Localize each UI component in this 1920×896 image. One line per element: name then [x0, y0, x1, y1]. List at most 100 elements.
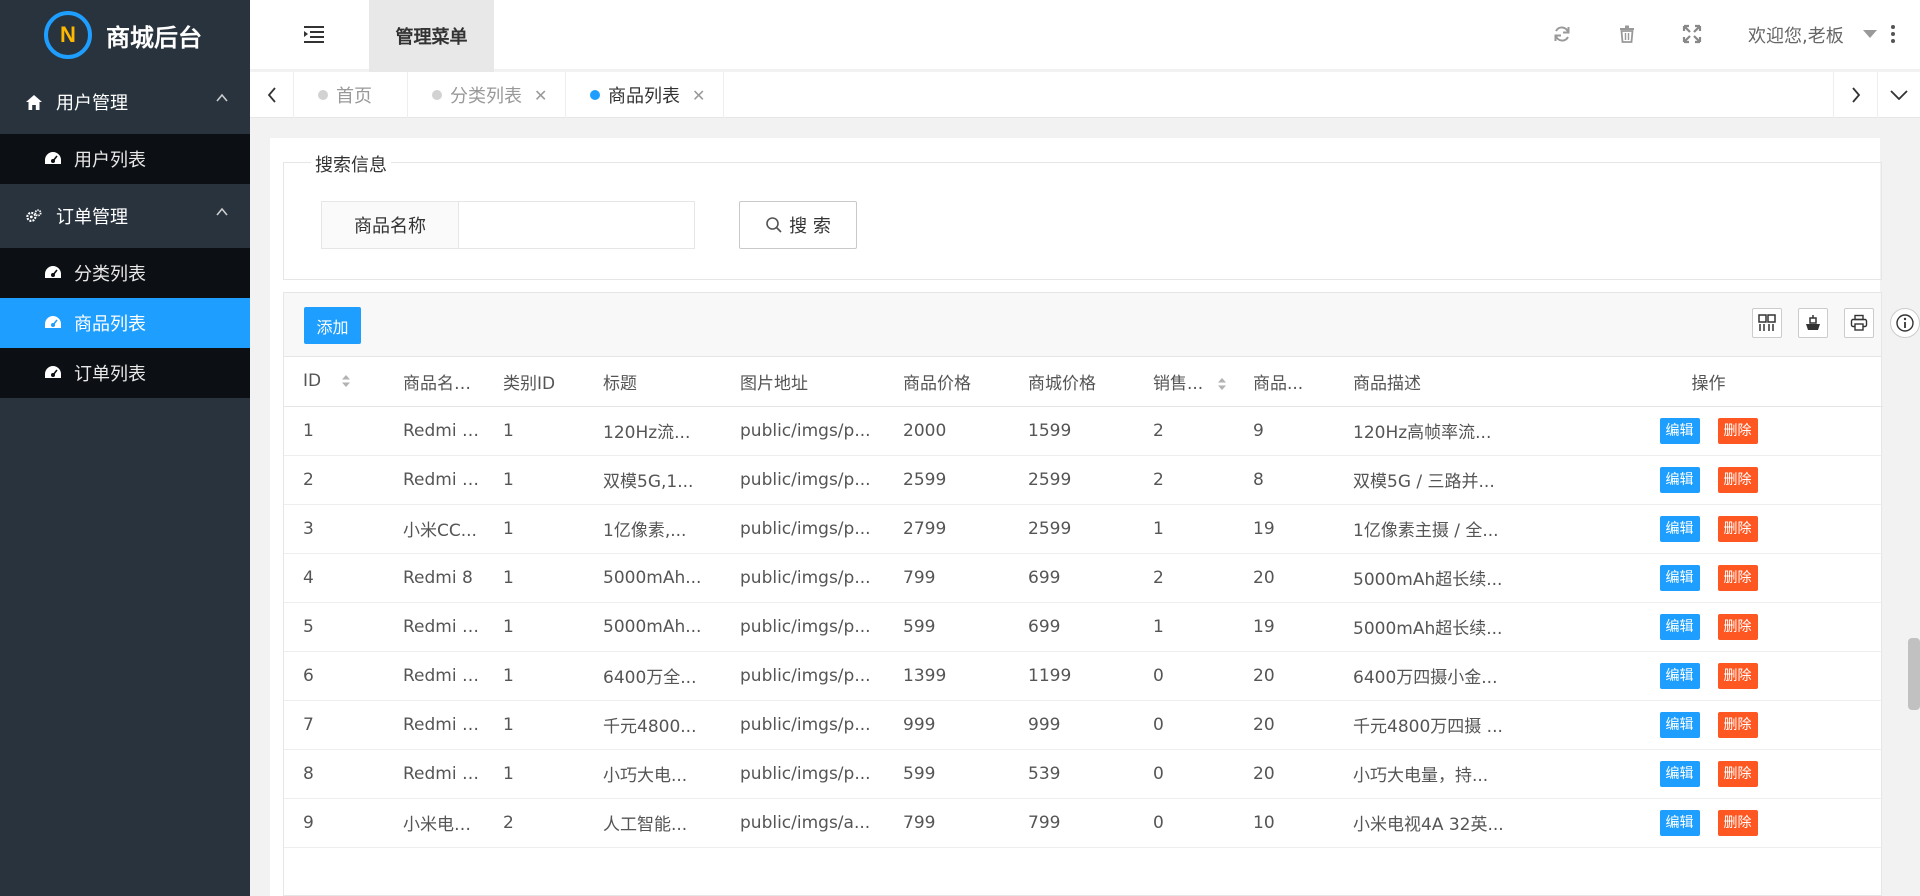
- delete-button[interactable]: 删除: [1717, 417, 1758, 444]
- fullscreen-icon[interactable]: [1682, 24, 1702, 44]
- tab-label: 首页: [336, 86, 372, 107]
- sidebar-item-label: 用户列表: [74, 150, 146, 171]
- more-vertical-icon[interactable]: [1890, 24, 1896, 44]
- edit-button[interactable]: 编辑: [1659, 466, 1700, 493]
- product-name-input[interactable]: [459, 201, 695, 249]
- edit-button[interactable]: 编辑: [1659, 760, 1700, 787]
- sidebar-group-label: 订单管理: [56, 207, 128, 228]
- close-icon[interactable]: ✕: [692, 86, 705, 105]
- table-cell: 9: [284, 798, 384, 848]
- edit-button[interactable]: 编辑: [1659, 515, 1700, 542]
- row-actions: 编辑 删除: [1534, 651, 1883, 701]
- column-header-actions: 操作: [1534, 357, 1883, 407]
- table-cell: 1: [484, 602, 584, 652]
- delete-button[interactable]: 删除: [1717, 809, 1758, 836]
- home-icon: [26, 94, 42, 110]
- sort-icon[interactable]: [1217, 377, 1227, 391]
- export-button[interactable]: [1798, 308, 1828, 338]
- chevron-up-icon: [216, 207, 228, 216]
- row-actions: 编辑 删除: [1534, 798, 1883, 848]
- delete-button[interactable]: 删除: [1717, 515, 1758, 542]
- tab-product-list[interactable]: 商品列表 ✕: [566, 72, 724, 118]
- sort-icon[interactable]: [341, 374, 351, 388]
- table-cell: 0: [1134, 749, 1234, 799]
- tab-dot: [432, 90, 442, 100]
- admin-menu-tab[interactable]: 管理菜单: [369, 0, 494, 72]
- table-cell: 小米CC...: [384, 504, 484, 554]
- table-row[interactable]: 8 Redmi 7A 1 小巧大电... public/imgs/p... 599 539 0…: [284, 749, 1883, 799]
- table-row[interactable]: 4 Redmi 8 1 5000mAh... public/imgs/p... 799 69…: [284, 553, 1883, 603]
- sidebar-item-user-list[interactable]: 用户列表: [0, 134, 250, 184]
- delete-button[interactable]: 删除: [1717, 662, 1758, 689]
- sidebar-item-product-list[interactable]: 商品列表: [0, 298, 250, 348]
- sidebar-group-label: 用户管理: [56, 93, 128, 114]
- delete-button[interactable]: 删除: [1717, 564, 1758, 591]
- add-button[interactable]: 添加: [304, 307, 361, 344]
- edit-button[interactable]: 编辑: [1659, 662, 1700, 689]
- delete-button[interactable]: 删除: [1717, 466, 1758, 493]
- table-cell: 双模5G / 三路并...: [1334, 455, 1534, 505]
- column-header-sales[interactable]: 销售...: [1134, 357, 1234, 407]
- edit-button[interactable]: 编辑: [1659, 564, 1700, 591]
- chevron-down-icon: [1890, 90, 1908, 100]
- table-cell: 1: [484, 504, 584, 554]
- close-icon[interactable]: ✕: [534, 86, 547, 105]
- table-row[interactable]: 6 Redmi N... 1 6400万全... public/imgs/p... 139…: [284, 651, 1883, 701]
- edit-button[interactable]: 编辑: [1659, 809, 1700, 836]
- column-header-price: 商品价格: [884, 357, 1009, 407]
- tab-category-list[interactable]: 分类列表 ✕: [408, 72, 566, 118]
- search-button[interactable]: 搜 索: [739, 201, 857, 249]
- gears-icon: [26, 208, 42, 224]
- table-row[interactable]: 5 Redmi 8A 1 5000mAh... public/imgs/p... 599 6…: [284, 602, 1883, 652]
- table-cell: 5000mAh超长续...: [1334, 602, 1534, 652]
- chevron-left-icon: [267, 87, 276, 103]
- user-menu[interactable]: 欢迎您,老板: [1748, 22, 1844, 48]
- edit-button[interactable]: 编辑: [1659, 417, 1700, 444]
- delete-button[interactable]: 删除: [1717, 613, 1758, 640]
- print-button[interactable]: [1844, 308, 1874, 338]
- search-icon: [766, 217, 782, 233]
- tabs-next-button[interactable]: [1833, 72, 1877, 118]
- table-row[interactable]: 9 小米电视... 2 人工智能... public/imgs/a... 799 799 0 1…: [284, 798, 1883, 848]
- table-row[interactable]: 2 Redmi K... 1 双模5G,1... public/imgs/p... 259…: [284, 455, 1883, 505]
- table-row[interactable]: 3 小米CC... 1 1亿像素,... public/imgs/p... 2799 259…: [284, 504, 1883, 554]
- sidebar-item-order-list[interactable]: 订单列表: [0, 348, 250, 398]
- product-name-label: 商品名称: [321, 201, 459, 249]
- info-button[interactable]: [1890, 308, 1920, 338]
- table-cell: public/imgs/p...: [721, 602, 884, 652]
- delete-button[interactable]: 删除: [1717, 760, 1758, 787]
- columns-filter-button[interactable]: [1752, 308, 1782, 338]
- column-header-name[interactable]: 商品名称...: [384, 357, 484, 407]
- table-cell: 799: [884, 798, 1009, 848]
- table-cell: 2599: [1009, 504, 1134, 554]
- column-header-id[interactable]: ID: [284, 357, 384, 407]
- menu-indent-icon[interactable]: [304, 24, 326, 44]
- tab-dot: [590, 90, 600, 100]
- table-cell: 1: [484, 455, 584, 505]
- caret-down-icon[interactable]: [1863, 30, 1877, 38]
- row-actions: 编辑 删除: [1534, 749, 1883, 799]
- table-cell: public/imgs/p...: [721, 406, 884, 456]
- sidebar-group-users[interactable]: 用户管理: [0, 70, 250, 134]
- table-cell: 699: [1009, 553, 1134, 603]
- delete-button[interactable]: 删除: [1717, 711, 1758, 738]
- table-cell: public/imgs/p...: [721, 455, 884, 505]
- sidebar-sub-orders: 分类列表 商品列表 订单列表: [0, 248, 250, 398]
- sidebar-group-orders[interactable]: 订单管理: [0, 184, 250, 248]
- edit-button[interactable]: 编辑: [1659, 613, 1700, 640]
- table-cell: 1: [1134, 504, 1234, 554]
- edit-button[interactable]: 编辑: [1659, 711, 1700, 738]
- scrollbar[interactable]: [1908, 638, 1920, 710]
- table-cell: 599: [884, 602, 1009, 652]
- refresh-icon[interactable]: [1552, 24, 1572, 44]
- tab-home[interactable]: 首页: [294, 72, 408, 118]
- table-row[interactable]: 1Redmi K301120Hz流...public/imgs/p...2000…: [284, 406, 1883, 456]
- table-cell: 2: [284, 455, 384, 505]
- trash-icon[interactable]: [1617, 24, 1637, 44]
- column-label: 商品名称...: [403, 373, 484, 394]
- tabs-prev-button[interactable]: [250, 72, 294, 118]
- sidebar-item-category-list[interactable]: 分类列表: [0, 248, 250, 298]
- tabs-menu-button[interactable]: [1877, 72, 1920, 118]
- table-cell: 2599: [1009, 455, 1134, 505]
- table-row[interactable]: 7 Redmi N... 1 千元4800... public/imgs/p... 999…: [284, 700, 1883, 750]
